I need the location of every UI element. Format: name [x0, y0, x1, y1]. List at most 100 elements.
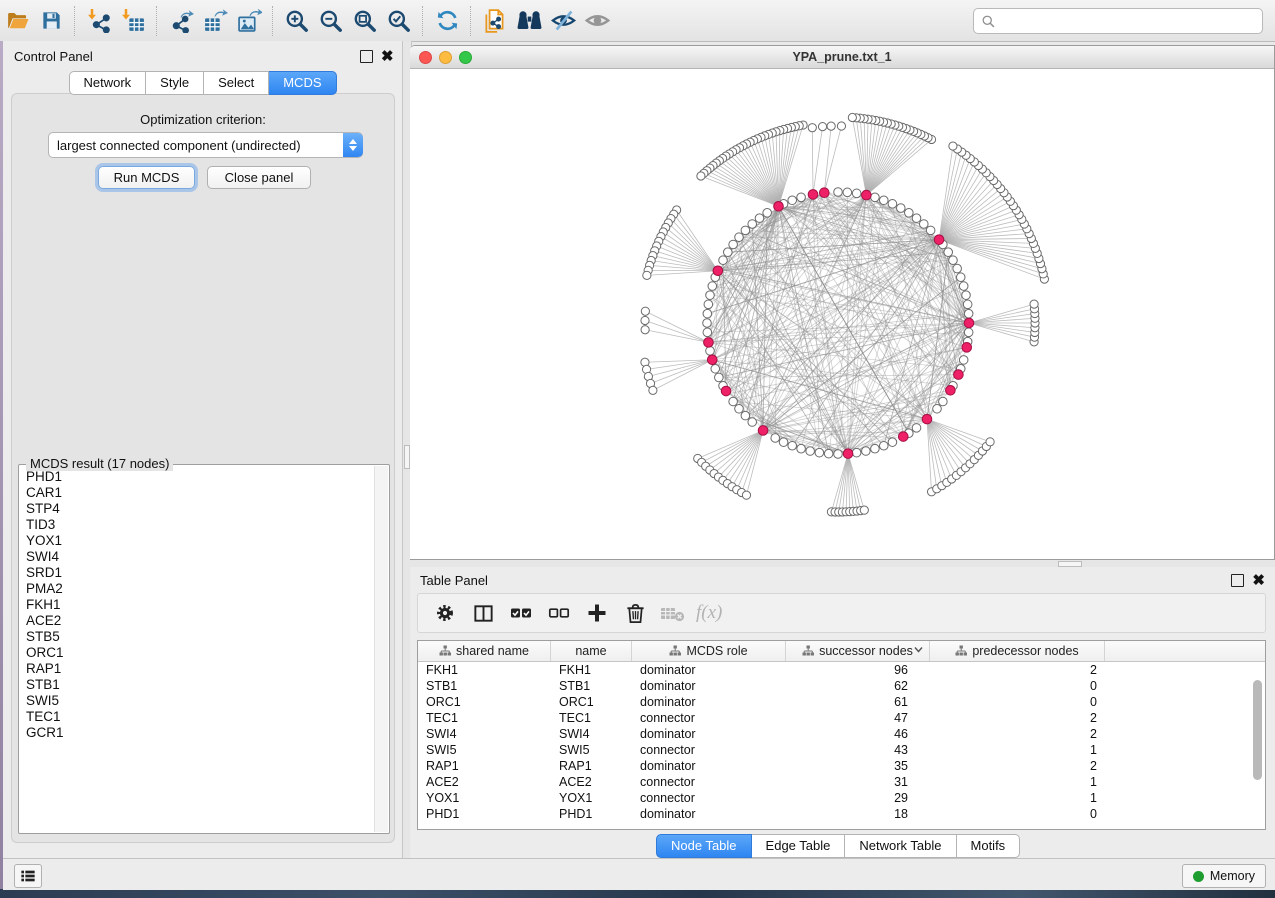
close-panel-button[interactable]: Close panel — [207, 166, 311, 189]
table-settings-button[interactable] — [426, 596, 464, 630]
search-network-button[interactable] — [512, 5, 546, 37]
column-header-MCDS-role[interactable]: MCDS role — [632, 641, 786, 661]
export-image-button[interactable] — [232, 5, 266, 37]
mcds-hub-node[interactable] — [954, 370, 964, 380]
mcds-hub-node[interactable] — [707, 355, 717, 365]
table-row[interactable]: TEC1TEC1connector472 — [418, 710, 1265, 726]
tab-select[interactable]: Select — [204, 71, 269, 95]
zoom-out-button[interactable] — [314, 5, 348, 37]
export-network-button[interactable] — [164, 5, 198, 37]
mcds-hub-node[interactable] — [808, 190, 818, 200]
mcds-hub-node[interactable] — [899, 432, 909, 442]
tab-network[interactable]: Network — [68, 71, 146, 95]
horizontal-splitter[interactable] — [410, 560, 1275, 567]
mcds-hub-node[interactable] — [713, 266, 723, 276]
mcds-result-item[interactable]: TID3 — [26, 517, 374, 533]
table-tab-network-table[interactable]: Network Table — [845, 834, 956, 858]
mcds-result-item[interactable]: SWI5 — [26, 693, 374, 709]
close-panel-icon[interactable]: ✖ — [381, 51, 394, 62]
mcds-result-item[interactable]: PMA2 — [26, 581, 374, 597]
mcds-result-item[interactable]: TEC1 — [26, 709, 374, 725]
mcds-hub-node[interactable] — [704, 338, 714, 348]
column-header-successor-nodes[interactable]: successor nodes — [786, 641, 930, 661]
mcds-result-item[interactable]: FKH1 — [26, 597, 374, 613]
hide-panel-button[interactable] — [546, 5, 580, 37]
save-session-button[interactable] — [34, 5, 68, 37]
mcds-hub-node[interactable] — [774, 201, 784, 211]
clone-network-button[interactable] — [478, 5, 512, 37]
mcds-hub-node[interactable] — [922, 414, 932, 424]
add-column-button[interactable] — [578, 596, 616, 630]
zoom-in-button[interactable] — [280, 5, 314, 37]
search-input[interactable] — [1000, 10, 1262, 32]
mcds-result-item[interactable]: STP4 — [26, 501, 374, 517]
table-row[interactable]: ACE2ACE2connector311 — [418, 774, 1265, 790]
node-table[interactable]: shared namenameMCDS rolesuccessor nodesp… — [417, 640, 1266, 830]
column-header-name[interactable]: name — [551, 641, 632, 661]
table-row[interactable]: STB1STB1dominator620 — [418, 678, 1265, 694]
open-file-button[interactable] — [0, 5, 34, 37]
table-row[interactable]: SWI5SWI5connector431 — [418, 742, 1265, 758]
task-history-button[interactable] — [14, 864, 42, 888]
float-panel-icon[interactable] — [360, 50, 373, 63]
table-row[interactable]: SWI4SWI4dominator462 — [418, 726, 1265, 742]
deselect-all-button[interactable] — [540, 596, 578, 630]
zoom-fit-button[interactable] — [348, 5, 382, 37]
table-tab-node-table[interactable]: Node Table — [656, 834, 752, 858]
mcds-result-item[interactable]: CAR1 — [26, 485, 374, 501]
mcds-result-item[interactable]: SWI4 — [26, 549, 374, 565]
mcds-result-item[interactable]: GCR1 — [26, 725, 374, 741]
table-row[interactable]: YOX1YOX1connector291 — [418, 790, 1265, 806]
memory-button[interactable]: Memory — [1182, 864, 1266, 888]
table-row[interactable]: RAP1RAP1dominator352 — [418, 758, 1265, 774]
network-window-titlebar[interactable]: YPA_prune.txt_1 — [410, 46, 1274, 69]
mcds-hub-node[interactable] — [721, 386, 731, 396]
show-column-button[interactable] — [464, 596, 502, 630]
search-field[interactable] — [973, 8, 1263, 34]
select-all-button[interactable] — [502, 596, 540, 630]
zoom-selected-button[interactable] — [382, 5, 416, 37]
mcds-result-item[interactable]: STB5 — [26, 629, 374, 645]
table-tab-motifs[interactable]: Motifs — [957, 834, 1021, 858]
mcds-hub-node[interactable] — [964, 318, 974, 328]
table-scrollbar[interactable] — [1252, 662, 1263, 828]
network-svg[interactable] — [410, 69, 1273, 559]
mcds-result-list[interactable]: PHD1CAR1STP4TID3YOX1SWI4SRD1PMA2FKH1ACE2… — [20, 469, 374, 832]
table-row[interactable]: FKH1FKH1dominator962 — [418, 662, 1265, 678]
tab-mcds[interactable]: MCDS — [269, 71, 336, 95]
show-panel-button[interactable] — [580, 5, 614, 37]
import-network-button[interactable] — [82, 5, 116, 37]
table-scrollbar-thumb[interactable] — [1253, 680, 1262, 780]
mcds-hub-node[interactable] — [820, 188, 830, 198]
column-type-icon — [439, 645, 451, 657]
close-table-panel-icon[interactable]: ✖ — [1252, 575, 1265, 586]
optimization-criterion-select[interactable]: largest connected component (undirected) — [48, 132, 363, 158]
column-header-predecessor-nodes[interactable]: predecessor nodes — [930, 641, 1105, 661]
mcds-hub-node[interactable] — [758, 426, 768, 436]
mcds-result-item[interactable]: RAP1 — [26, 661, 374, 677]
table-row[interactable]: PHD1PHD1dominator180 — [418, 806, 1265, 822]
column-header-shared-name[interactable]: shared name — [418, 641, 551, 661]
table-tab-edge-table[interactable]: Edge Table — [752, 834, 846, 858]
mcds-result-item[interactable]: ORC1 — [26, 645, 374, 661]
delete-column-button[interactable] — [616, 596, 654, 630]
run-mcds-button[interactable]: Run MCDS — [98, 166, 195, 189]
mcds-hub-node[interactable] — [843, 449, 853, 459]
mcds-result-item[interactable]: STB1 — [26, 677, 374, 693]
import-table-button[interactable] — [116, 5, 150, 37]
mcds-hub-node[interactable] — [962, 343, 972, 353]
mcds-result-item[interactable]: SRD1 — [26, 565, 374, 581]
import-table-icon — [121, 8, 146, 33]
export-table-button[interactable] — [198, 5, 232, 37]
mcds-hub-node[interactable] — [862, 190, 872, 200]
float-table-panel-icon[interactable] — [1231, 574, 1244, 587]
mcds-hub-node[interactable] — [934, 235, 944, 245]
table-row[interactable]: ORC1ORC1dominator610 — [418, 694, 1265, 710]
tab-style[interactable]: Style — [146, 71, 204, 95]
mcds-result-item[interactable]: PHD1 — [26, 469, 374, 485]
mcds-result-item[interactable]: YOX1 — [26, 533, 374, 549]
mcds-result-item[interactable]: ACE2 — [26, 613, 374, 629]
mcds-result-scrollbar[interactable] — [374, 466, 388, 832]
mcds-hub-node[interactable] — [946, 385, 956, 395]
refresh-layout-button[interactable] — [430, 5, 464, 37]
